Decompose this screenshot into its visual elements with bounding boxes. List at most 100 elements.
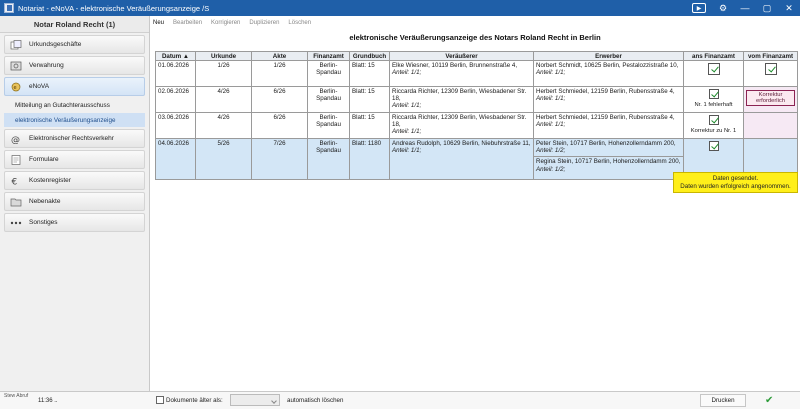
cell-akte: 6/26 <box>251 112 308 139</box>
maximize-icon[interactable]: ▢ <box>756 0 778 16</box>
col-header-veraeusserer[interactable]: Veräußerer <box>389 51 534 61</box>
erwerber-anteil: Anteil: 1/2; <box>536 147 566 155</box>
confirm-check-icon[interactable]: ✔ <box>765 395 773 406</box>
table-row[interactable]: 02.06.2026 4/26 6/26 Berlin-Spandau Blat… <box>155 86 798 113</box>
cell-urkunde: 5/26 <box>195 138 252 180</box>
documents-icon <box>9 39 23 50</box>
tooltip-line-1: Daten gesendet. <box>712 175 759 182</box>
minimize-icon[interactable]: — <box>734 0 756 16</box>
sidebar-item-rechtsverkehr[interactable]: @ Elektronischer Rechtsverkehr <box>4 129 145 148</box>
veraeusserer-anteil: Anteil: 1/1; <box>392 147 422 155</box>
checkmark-icon <box>708 141 719 151</box>
korrigieren-button[interactable]: Korrigieren <box>211 20 240 26</box>
sidebar-item-verwahrung[interactable]: Verwahrung <box>4 56 145 75</box>
col-header-finanzamt[interactable]: Finanzamt <box>307 51 350 61</box>
status-label: Stew Abruf <box>4 393 29 399</box>
cell-veraeusserer: Andreas Rudolph, 10629 Berlin, Niebuhrst… <box>389 138 534 180</box>
col-header-grundbuch[interactable]: Grundbuch <box>349 51 390 61</box>
sidebar-item-label: Sonstiges <box>29 219 58 226</box>
sidebar-subitem-veraeusserungsanzeige[interactable]: elektronische Veräußerungsanzeige <box>4 113 145 127</box>
bearbeiten-button[interactable]: Bearbeiten <box>173 20 202 26</box>
table-row[interactable]: 01.06.2026 1/26 1/26 Berlin-Spandau Blat… <box>155 60 798 87</box>
col-header-vom-finanzamt[interactable]: vom Finanzamt <box>743 51 798 61</box>
title-bar: Notariat - eNoVA - elektronische Veräuße… <box>0 0 800 16</box>
sidebar-item-label: Elektronischer Rechtsverkehr <box>29 135 114 142</box>
cell-erwerber: Norbert Schmidt, 10625 Berlin, Pestalozz… <box>533 60 684 87</box>
safe-icon <box>9 60 23 71</box>
cell-finanzamt: Berlin-Spandau <box>307 86 350 113</box>
age-select[interactable] <box>230 394 280 406</box>
sidebar-item-enova[interactable]: e eNoVA <box>4 77 145 96</box>
cell-akte: 1/26 <box>251 60 308 87</box>
col-header-datum[interactable]: Datum ▲ <box>155 51 196 61</box>
erwerber-anteil: Anteil: 1/1; <box>536 69 566 77</box>
cell-urkunde: 4/26 <box>195 86 252 113</box>
cell-erwerber: Peter Stein, 10717 Berlin, Hohenzollernd… <box>533 138 684 180</box>
cell-grundbuch: Blatt: 15 <box>349 60 390 87</box>
cell-erwerber: Herbert Schmiedel, 12159 Berlin, Rubenss… <box>533 86 684 113</box>
korrektur-erforderlich-button[interactable]: Korrektur erforderlich <box>746 90 795 106</box>
erwerber-text: Herbert Schmiedel, 12159 Berlin, Rubenss… <box>536 114 675 121</box>
veraeusserer-text: Riccarda Richter, 12309 Berlin, Wiesbade… <box>392 114 527 129</box>
veraeusserer-text: Riccarda Richter, 12309 Berlin, Wiesbade… <box>392 88 527 103</box>
cell-veraeusserer: Elke Wiesner, 10119 Berlin, Brunnenstraß… <box>389 60 534 87</box>
erwerber-text: Norbert Schmidt, 10625 Berlin, Pestalozz… <box>536 62 679 69</box>
sidebar-item-sonstiges[interactable]: Sonstiges <box>4 213 145 232</box>
veraeusserer-text: Elke Wiesner, 10119 Berlin, Brunnenstraß… <box>392 62 518 69</box>
erwerber-text: Peter Stein, 10717 Berlin, Hohenzollernd… <box>536 140 676 147</box>
erwerber-divider: Regina Stein, 10717 Berlin, Hohenzollern… <box>534 156 683 173</box>
sidebar-item-nebenakte[interactable]: Nebenakte <box>4 192 145 211</box>
cell-grundbuch: Blatt: 15 <box>349 112 390 139</box>
cell-akte: 6/26 <box>251 86 308 113</box>
loeschen-button[interactable]: Löschen <box>288 20 311 26</box>
svg-text:e: e <box>14 85 17 91</box>
duplizieren-button[interactable]: Duplizieren <box>249 20 279 26</box>
table-row[interactable]: 03.06.2026 4/26 6/26 Berlin-Spandau Blat… <box>155 112 798 139</box>
status-tooltip: Daten gesendet. Daten wurden erfolgreich… <box>673 172 798 193</box>
sidebar-subitem-gutachterausschuss[interactable]: Mitteilung an Gutachterausschuss <box>4 98 145 112</box>
print-button[interactable]: Drucken <box>700 394 746 407</box>
checkmark-icon <box>708 89 719 99</box>
cell-urkunde: 4/26 <box>195 112 252 139</box>
app-icon <box>4 3 14 13</box>
cell-datum: 03.06.2026 <box>155 112 196 139</box>
col-header-erwerber[interactable]: Erwerber <box>533 51 684 61</box>
status-note: Korrektur zu Nr. 1 <box>690 128 737 135</box>
toolbar: Neu Bearbeiten Korrigieren Duplizieren L… <box>150 16 800 30</box>
neu-button[interactable]: Neu <box>153 20 164 26</box>
cell-datum: 01.06.2026 <box>155 60 196 87</box>
checkmark-icon <box>764 63 777 75</box>
erwerber-text: Herbert Schmiedel, 12159 Berlin, Rubenss… <box>536 88 675 95</box>
veraeusserer-text: Andreas Rudolph, 10629 Berlin, Niebuhrst… <box>392 140 531 147</box>
erwerber-anteil: Anteil: 1/1; <box>536 121 566 129</box>
cell-datum: 02.06.2026 <box>155 86 196 113</box>
checkmark-icon <box>708 115 719 125</box>
cell-datum: 04.06.2026 <box>155 138 196 180</box>
sidebar-item-kostenregister[interactable]: € Kostenregister <box>4 171 145 190</box>
col-header-ans-finanzamt[interactable]: ans Finanzamt <box>683 51 744 61</box>
col-header-akte[interactable]: Akte <box>251 51 308 61</box>
close-icon[interactable]: ✕ <box>778 0 800 16</box>
enova-icon: e <box>9 81 23 92</box>
sidebar-item-label: Nebenakte <box>29 198 61 205</box>
at-icon: @ <box>9 133 23 144</box>
play-icon[interactable]: ▶ <box>692 3 706 13</box>
cell-finanzamt: Berlin-Spandau <box>307 112 350 139</box>
delete-old-docs-checkbox[interactable] <box>156 396 164 404</box>
cell-vom-finanzamt: Korrektur erforderlich <box>743 86 798 113</box>
form-icon <box>9 154 23 165</box>
sidebar-item-formulare[interactable]: Formulare <box>4 150 145 169</box>
erwerber2-text: Regina Stein, 10717 Berlin, Hohenzollern… <box>536 158 681 166</box>
svg-text:@: @ <box>11 135 20 144</box>
cell-ans-finanzamt: Nr. 1 fehlerhaft <box>683 86 744 113</box>
page-title: elektronische Veräußerungsanzeige des No… <box>349 32 601 42</box>
checkmark-icon <box>707 63 720 75</box>
cell-finanzamt: Berlin-Spandau <box>307 60 350 87</box>
tooltip-line-2: Daten wurden erfolgreich angenommen. <box>680 183 791 190</box>
col-header-urkunde[interactable]: Urkunde <box>195 51 252 61</box>
sidebar-item-label: Urkundsgeschäfte <box>29 41 82 48</box>
sidebar-item-urkundsgeschaefte[interactable]: Urkundsgeschäfte <box>4 35 145 54</box>
folder-icon <box>9 196 23 207</box>
cell-erwerber: Herbert Schmiedel, 12159 Berlin, Rubenss… <box>533 112 684 139</box>
gear-icon[interactable]: ⚙ <box>712 0 734 16</box>
